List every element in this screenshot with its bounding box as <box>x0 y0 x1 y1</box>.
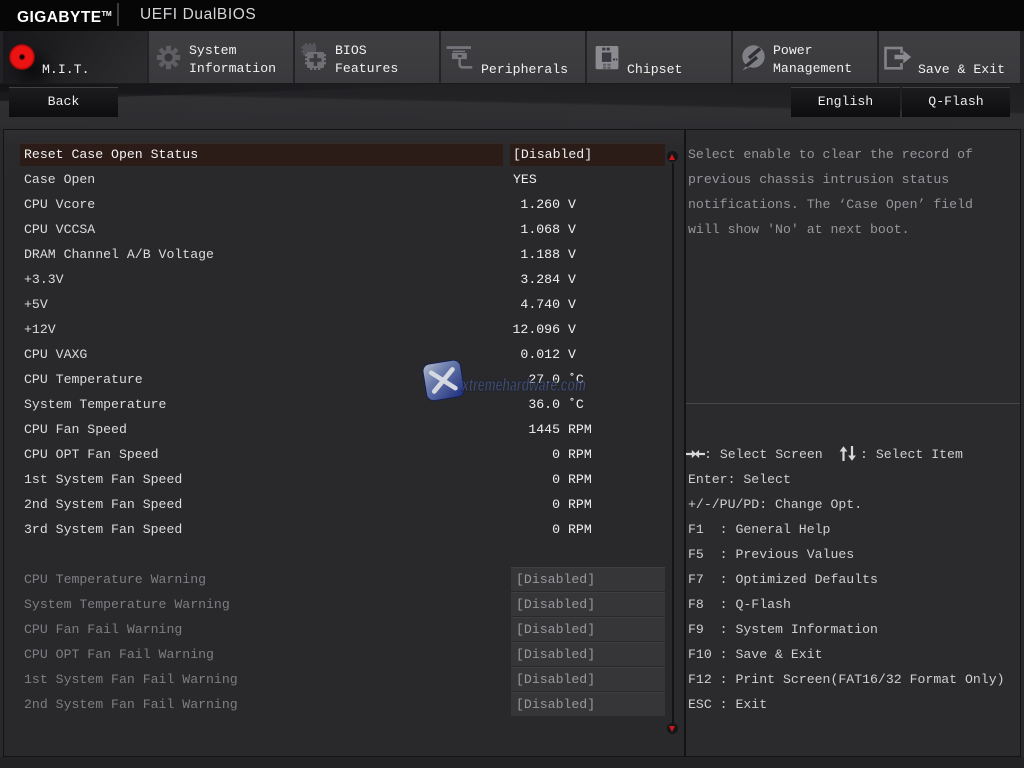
svg-text:xtremehardware.com: xtremehardware.com <box>461 374 586 395</box>
